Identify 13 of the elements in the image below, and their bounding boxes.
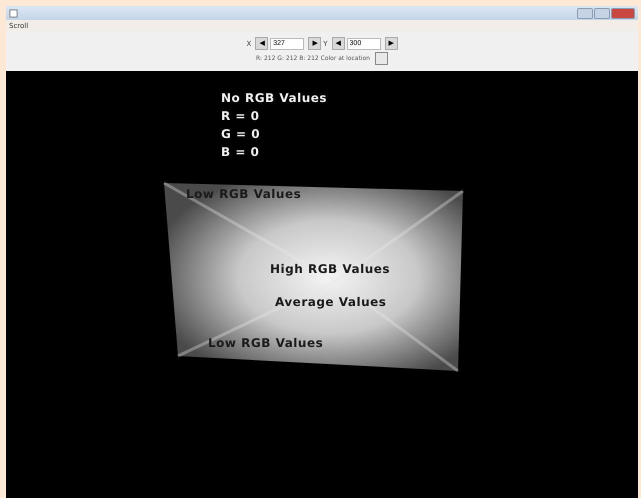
canvas-label: High RGB Values xyxy=(270,262,390,276)
window-icon xyxy=(9,8,18,18)
close-button[interactable] xyxy=(611,8,635,18)
canvas-label: G = 0 xyxy=(221,127,260,141)
canvas-label: Low RGB Values xyxy=(186,187,302,201)
canvas-label: R = 0 xyxy=(221,109,260,123)
canvas-label: Average Values xyxy=(275,295,386,309)
canvas-label: No RGB Values xyxy=(221,91,328,105)
minimize-button[interactable] xyxy=(577,8,593,18)
maximize-button[interactable] xyxy=(594,8,610,18)
canvas-label: Low RGB Values xyxy=(208,336,324,350)
canvas-label: B = 0 xyxy=(221,145,260,159)
color-swatch xyxy=(374,52,388,65)
